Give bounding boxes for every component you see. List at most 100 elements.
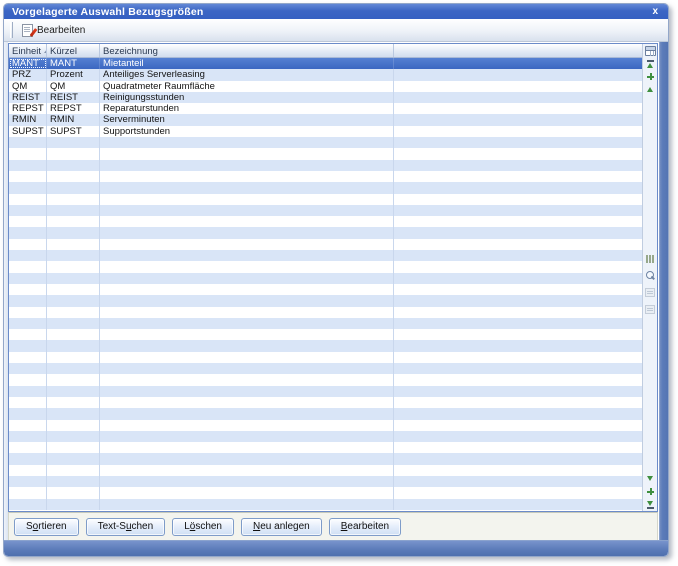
export-button[interactable] xyxy=(644,286,657,299)
table-row-empty xyxy=(9,408,642,420)
table-row-empty xyxy=(9,170,642,183)
column-header-kuerzel[interactable]: Kürzel xyxy=(47,44,100,57)
cell-kuerzel xyxy=(47,498,100,510)
table-row-empty xyxy=(9,464,642,476)
column-header-label: Kürzel xyxy=(50,45,77,57)
scroll-to-bottom-button[interactable] xyxy=(644,498,657,511)
cell-filler xyxy=(394,431,642,442)
cell-einheit xyxy=(9,464,47,476)
window-left-border xyxy=(4,42,8,540)
table-row[interactable]: SUPST SUPST Supportstunden xyxy=(9,125,642,138)
table-row[interactable]: RMIN RMIN Serverminuten xyxy=(9,114,642,126)
cell-einheit xyxy=(9,351,47,364)
table-row-empty xyxy=(9,487,642,499)
table-row[interactable]: MANT MANT Mietanteil xyxy=(9,58,642,70)
column-chooser-button[interactable] xyxy=(644,44,657,57)
vertical-bars-icon xyxy=(646,254,654,263)
scroll-up-button[interactable] xyxy=(644,83,657,96)
close-button[interactable]: x xyxy=(650,6,660,17)
table-row[interactable]: REIST REIST Reinigungsstunden xyxy=(9,91,642,104)
cell-kuerzel xyxy=(47,159,100,171)
cell-bezeichnung xyxy=(100,204,394,217)
table-row[interactable]: QM QM Quadratmeter Raumfläche xyxy=(9,80,642,92)
data-grid: Einheit Kürzel Bezeichnung MANT MANT Mietant… xyxy=(8,43,658,512)
scroll-down-page-button[interactable] xyxy=(644,485,657,498)
desktop: Vorgelagerte Auswahl Bezugsgrößen x Bear… xyxy=(0,0,678,566)
cell-bezeichnung xyxy=(100,442,394,454)
cell-bezeichnung xyxy=(100,408,394,420)
cell-einheit xyxy=(9,216,47,228)
scroll-to-top-button[interactable] xyxy=(644,57,657,70)
cell-kuerzel xyxy=(47,238,100,251)
layout-button[interactable] xyxy=(644,303,657,316)
cell-filler xyxy=(394,420,642,431)
cell-einheit xyxy=(9,204,47,217)
row-sizing-button[interactable] xyxy=(644,252,657,265)
cell-bezeichnung: Reparaturstunden xyxy=(100,103,394,115)
search-button[interactable] xyxy=(644,269,657,282)
cell-kuerzel xyxy=(47,408,100,420)
cell-bezeichnung xyxy=(100,193,394,205)
toolbar-grip-handle[interactable] xyxy=(10,22,13,38)
cell-einheit xyxy=(9,408,47,420)
cell-filler xyxy=(394,126,642,137)
delete-button[interactable]: Löschen xyxy=(172,517,234,536)
cell-kuerzel xyxy=(47,182,100,194)
cell-einheit: REPST xyxy=(9,103,47,115)
table-row[interactable]: PRZ Prozent Anteiliges Serverleasing xyxy=(9,69,642,81)
sort-button[interactable]: Sortieren xyxy=(14,517,79,536)
table-row-empty xyxy=(9,272,642,284)
cell-kuerzel xyxy=(47,329,100,341)
edit-button[interactable]: Bearbeiten xyxy=(328,517,402,536)
scroll-down-button[interactable] xyxy=(644,472,657,485)
cell-filler xyxy=(394,194,642,205)
cell-filler xyxy=(394,374,642,385)
cell-einheit: SUPST xyxy=(9,125,47,138)
column-header-bezeichnung[interactable]: Bezeichnung xyxy=(100,44,394,57)
cell-einheit xyxy=(9,340,47,352)
cell-kuerzel xyxy=(47,396,100,409)
cell-einheit xyxy=(9,283,47,296)
footer-button-bar: Sortieren Text-Suchen Löschen Neu anlegen Be… xyxy=(8,512,658,541)
table-row-empty xyxy=(9,137,642,149)
table-row[interactable]: REPST REPST Reparaturstunden xyxy=(9,103,642,115)
window-bottom-border xyxy=(4,540,668,556)
edit-document-icon xyxy=(22,23,33,37)
table-row-empty xyxy=(9,385,642,397)
column-header-einheit[interactable]: Einheit xyxy=(9,44,47,57)
grid-main: Einheit Kürzel Bezeichnung MANT MANT Mietant… xyxy=(9,44,642,511)
cell-kuerzel: SUPST xyxy=(47,125,100,138)
cell-einheit xyxy=(9,498,47,510)
cell-einheit xyxy=(9,170,47,183)
cell-bezeichnung xyxy=(100,295,394,307)
layout-icon xyxy=(645,305,655,314)
table-row-empty xyxy=(9,374,642,386)
table-row-empty xyxy=(9,329,642,341)
arrow-up-icon xyxy=(647,87,653,92)
text-search-button[interactable]: Text-Suchen xyxy=(85,517,166,536)
scroll-up-page-button[interactable] xyxy=(644,70,657,83)
cell-einheit xyxy=(9,363,47,375)
cell-kuerzel xyxy=(47,295,100,307)
cell-bezeichnung xyxy=(100,453,394,465)
cell-bezeichnung xyxy=(100,317,394,330)
cell-einheit: PRZ xyxy=(9,69,47,81)
rail-middle-tools xyxy=(644,252,657,316)
cell-kuerzel xyxy=(47,363,100,375)
cell-einheit xyxy=(9,250,47,262)
table-row-empty xyxy=(9,453,642,465)
cell-filler xyxy=(394,442,642,453)
cell-filler xyxy=(394,295,642,306)
dialog-window: Vorgelagerte Auswahl Bezugsgrößen x Bear… xyxy=(3,3,669,557)
cell-bezeichnung xyxy=(100,385,394,397)
cell-filler xyxy=(394,453,642,464)
cell-kuerzel xyxy=(47,283,100,296)
toolbar-edit-button[interactable]: Bearbeiten xyxy=(17,21,92,40)
cell-bezeichnung xyxy=(100,487,394,499)
cell-bezeichnung xyxy=(100,227,394,239)
cell-kuerzel xyxy=(47,193,100,205)
cell-kuerzel xyxy=(47,385,100,397)
cell-einheit xyxy=(9,159,47,171)
cell-einheit: RMIN xyxy=(9,114,47,126)
create-new-button[interactable]: Neu anlegen xyxy=(241,517,322,536)
